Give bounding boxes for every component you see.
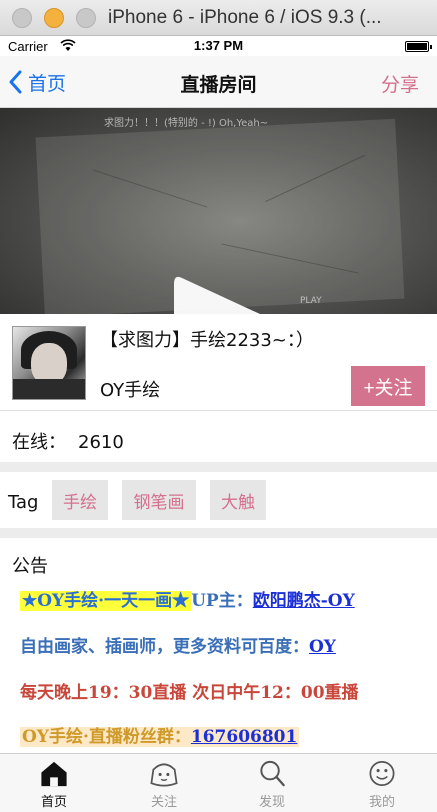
face-follow-icon	[150, 763, 178, 787]
notice-up-label: UP主：	[191, 591, 253, 611]
back-label: 首页	[28, 72, 67, 95]
notice-title: 公告	[12, 556, 48, 577]
notice-line-4: OY手绘·直播粉丝群：167606801	[20, 722, 300, 747]
battery-icon	[405, 41, 432, 52]
avatar[interactable]	[12, 326, 86, 400]
tag-item[interactable]: 钢笔画	[122, 480, 196, 520]
simulator-title-bar: iPhone 6 - iPhone 6 / iOS 9.3 (...	[0, 0, 437, 36]
tab-label: 发现	[258, 795, 285, 810]
simulator-title: iPhone 6 - iPhone 6 / iOS 9.3 (...	[108, 7, 382, 28]
tag-label: Tag	[8, 492, 39, 513]
search-icon	[260, 760, 285, 787]
divider	[0, 410, 437, 411]
tab-label: 我的	[368, 795, 395, 810]
video-overlay-watermark: PLAY	[300, 296, 322, 306]
anchor-name: OY手绘	[100, 380, 161, 401]
back-button[interactable]: 首页	[8, 68, 66, 96]
notice-line-2: 自由画家、插画师，更多资料可百度：OY	[20, 632, 336, 657]
home-icon	[41, 761, 67, 787]
tab-home[interactable]: 首页	[14, 758, 94, 810]
notice-fan-group-text: OY手绘·直播粉丝群：	[22, 727, 191, 747]
room-title: 【求图力】手绘2233~：）	[100, 330, 314, 351]
section-gap	[0, 528, 437, 538]
notice-schedule: 每天晚上19：30直播 次日中午12：00重播	[20, 683, 359, 703]
notice-bio-text: 自由画家、插画师，更多资料可百度：	[20, 637, 309, 657]
play-icon[interactable]	[168, 268, 268, 314]
room-info: 【求图力】手绘2233~：） OY手绘 +关注	[0, 314, 437, 410]
up-link[interactable]: 欧阳鹏杰-OY	[253, 591, 355, 611]
follow-button[interactable]: +关注	[351, 366, 425, 406]
status-bar: Carrier 1:37 PM	[0, 36, 437, 56]
tab-bar: 首页 关注 发现 我的	[0, 753, 437, 812]
tab-label: 关注	[150, 795, 177, 810]
navigation-bar: 首页 直播房间 分享	[0, 56, 437, 108]
video-player[interactable]: 求图力！！！(特别的 - !) Oh,Yeah~ PLAY	[0, 108, 437, 314]
online-count: 2610	[78, 432, 124, 453]
notice-fan-group-label: OY手绘·直播粉丝群：167606801	[20, 727, 300, 747]
tab-discover[interactable]: 发现	[232, 758, 312, 810]
notice-line-1: ★OY手绘·一天一画★ UP主：欧阳鹏杰-OY	[20, 586, 355, 611]
baidu-link[interactable]: OY	[309, 637, 336, 657]
window-maximize-button[interactable]	[76, 8, 96, 28]
chevron-left-icon	[9, 70, 22, 94]
fan-group-link[interactable]: 167606801	[191, 727, 297, 747]
share-button[interactable]: 分享	[381, 70, 419, 97]
video-overlay-caption: 求图力！！！(特别的 - !) Oh,Yeah~	[104, 118, 269, 129]
tab-follow[interactable]: 关注	[124, 758, 204, 810]
tag-item[interactable]: 大触	[210, 480, 266, 520]
online-count-row: 在线： 2610	[12, 428, 124, 454]
smiley-profile-icon	[369, 761, 395, 786]
online-label: 在线：	[12, 432, 66, 453]
tag-item[interactable]: 手绘	[52, 480, 108, 520]
section-gap	[0, 462, 437, 472]
tab-me[interactable]: 我的	[342, 758, 422, 810]
avatar-body	[13, 379, 85, 399]
window-minimize-button[interactable]	[44, 8, 64, 28]
clock: 1:37 PM	[193, 38, 244, 53]
window-close-button[interactable]	[12, 8, 32, 28]
tab-label: 首页	[40, 795, 67, 810]
notice-highlight: ★OY手绘·一天一画★	[20, 591, 192, 611]
